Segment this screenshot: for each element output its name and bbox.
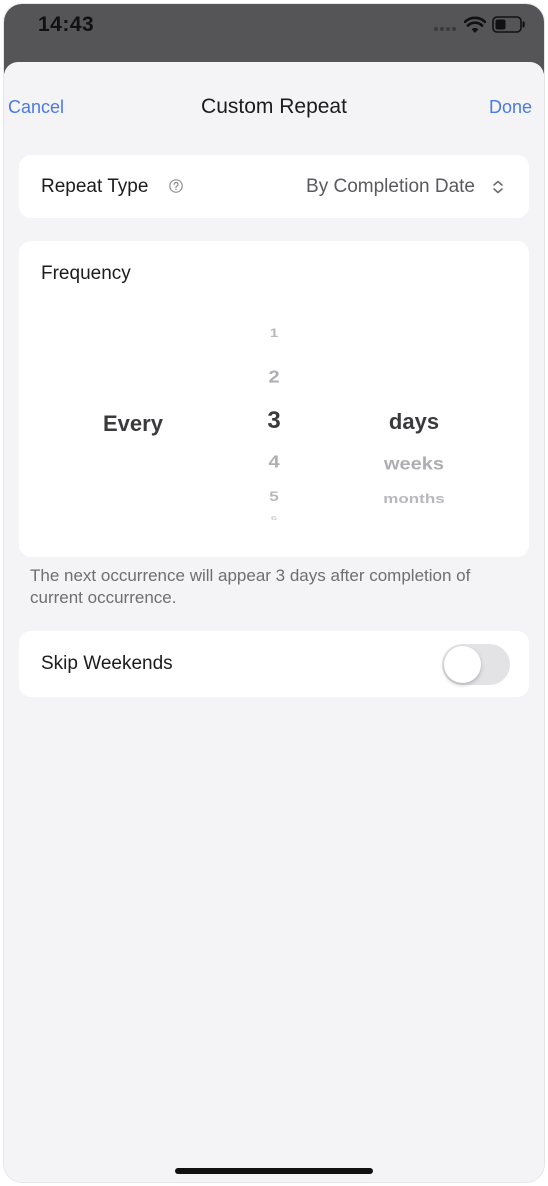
skip-weekends-row: Skip Weekends — [19, 631, 529, 697]
number-picker[interactable]: 1 2 3 4 5 6 — [244, 327, 304, 531]
frequency-label: Frequency — [41, 263, 131, 284]
picker-number-option[interactable]: 4 — [244, 452, 304, 473]
question-circle-icon[interactable] — [169, 179, 183, 193]
nav-bar: Cancel Custom Repeat Done — [4, 62, 544, 152]
chevron-up-down-icon[interactable] — [491, 179, 505, 195]
unit-picker[interactable]: days weeks months — [339, 331, 489, 531]
picker-number-option[interactable]: 1 — [244, 327, 304, 341]
picker-number-option[interactable]: 5 — [244, 489, 304, 505]
battery-icon — [492, 16, 525, 33]
picker-number-selected[interactable]: 3 — [244, 407, 304, 435]
picker-number-option[interactable]: 6 — [244, 515, 304, 521]
skip-weekends-label: Skip Weekends — [41, 653, 173, 674]
signal-dots-icon — [434, 27, 456, 31]
toggle-knob — [444, 646, 481, 683]
status-time: 14:43 — [38, 13, 95, 36]
skip-weekends-toggle[interactable] — [442, 644, 510, 685]
custom-repeat-sheet: Cancel Custom Repeat Done Repeat Type By… — [4, 62, 544, 1182]
home-indicator — [175, 1168, 373, 1174]
picker-unit-option[interactable]: months — [339, 492, 489, 507]
repeat-type-row[interactable]: Repeat Type By Completion Date — [19, 155, 529, 218]
frequency-footnote: The next occurrence will appear 3 days a… — [30, 566, 471, 607]
repeat-type-value[interactable]: By Completion Date — [306, 176, 475, 198]
picker-unit-selected[interactable]: days — [339, 409, 489, 435]
picker-number-option[interactable]: 2 — [244, 367, 304, 388]
repeat-type-label: Repeat Type — [41, 176, 149, 197]
page-title: Custom Repeat — [201, 95, 347, 118]
frequency-card: Frequency Every 1 2 3 4 5 6 days weeks m… — [19, 241, 529, 557]
app-frame: 14:43 Cancel Custom Repeat Done Repeat T… — [4, 4, 544, 1182]
done-button[interactable]: Done — [489, 97, 532, 118]
picker-unit-option[interactable]: weeks — [339, 454, 489, 475]
wifi-icon — [464, 16, 486, 33]
every-label: Every — [103, 411, 163, 436]
